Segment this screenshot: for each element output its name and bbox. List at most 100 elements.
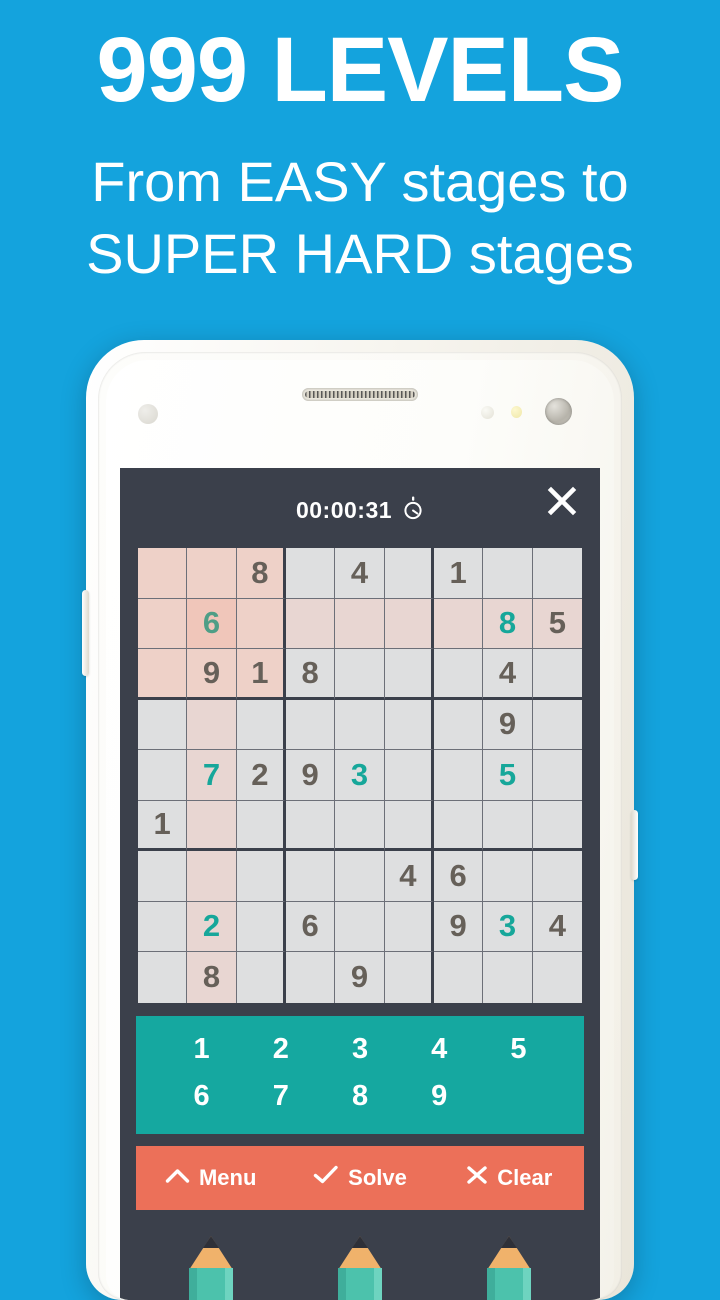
sudoku-cell-r9-c9[interactable] bbox=[533, 952, 582, 1003]
sudoku-cell-r9-c1[interactable] bbox=[138, 952, 187, 1003]
close-button[interactable] bbox=[541, 480, 583, 522]
sudoku-cell-r3-c1[interactable] bbox=[138, 649, 187, 700]
sudoku-cell-r2-c5[interactable] bbox=[335, 599, 384, 650]
numpad-key-1[interactable]: 1 bbox=[162, 1026, 241, 1073]
sudoku-cell-r5-c7[interactable] bbox=[434, 750, 483, 801]
sudoku-cell-r6-c8[interactable] bbox=[483, 801, 532, 852]
sudoku-cell-r7-c3[interactable] bbox=[237, 851, 286, 902]
sudoku-cell-r6-c6[interactable] bbox=[385, 801, 434, 852]
sudoku-cell-r3-c3[interactable]: 1 bbox=[237, 649, 286, 700]
sudoku-cell-r8-c5[interactable] bbox=[335, 902, 384, 953]
sudoku-cell-r3-c6[interactable] bbox=[385, 649, 434, 700]
sudoku-cell-r6-c5[interactable] bbox=[335, 801, 384, 852]
sudoku-cell-r2-c1[interactable] bbox=[138, 599, 187, 650]
sudoku-cell-r7-c4[interactable] bbox=[286, 851, 335, 902]
sudoku-cell-r6-c4[interactable] bbox=[286, 801, 335, 852]
sudoku-cell-r9-c6[interactable] bbox=[385, 952, 434, 1003]
sudoku-cell-r3-c5[interactable] bbox=[335, 649, 384, 700]
sudoku-cell-r4-c8[interactable]: 9 bbox=[483, 700, 532, 751]
pencil-icon bbox=[473, 1236, 545, 1300]
sudoku-grid[interactable]: 84168591849729351462693489 bbox=[136, 546, 584, 1005]
sudoku-cell-r8-c9[interactable]: 4 bbox=[533, 902, 582, 953]
sudoku-cell-r5-c4[interactable]: 9 bbox=[286, 750, 335, 801]
sudoku-cell-r9-c2[interactable]: 8 bbox=[187, 952, 236, 1003]
sudoku-cell-r1-c4[interactable] bbox=[286, 548, 335, 599]
sudoku-cell-r5-c5[interactable]: 3 bbox=[335, 750, 384, 801]
menu-button[interactable]: Menu bbox=[136, 1165, 285, 1191]
sudoku-cell-r2-c3[interactable] bbox=[237, 599, 286, 650]
sudoku-cell-r3-c8[interactable]: 4 bbox=[483, 649, 532, 700]
sudoku-cell-r1-c6[interactable] bbox=[385, 548, 434, 599]
sudoku-cell-r5-c2[interactable]: 7 bbox=[187, 750, 236, 801]
sudoku-cell-r4-c1[interactable] bbox=[138, 700, 187, 751]
power-button[interactable] bbox=[631, 810, 638, 880]
numpad-key-2[interactable]: 2 bbox=[241, 1026, 320, 1073]
sudoku-cell-r9-c3[interactable] bbox=[237, 952, 286, 1003]
sudoku-cell-r2-c6[interactable] bbox=[385, 599, 434, 650]
sudoku-cell-r4-c4[interactable] bbox=[286, 700, 335, 751]
sudoku-cell-r9-c8[interactable] bbox=[483, 952, 532, 1003]
sudoku-cell-r9-c5[interactable]: 9 bbox=[335, 952, 384, 1003]
sudoku-cell-r3-c2[interactable]: 9 bbox=[187, 649, 236, 700]
numpad-key-7[interactable]: 7 bbox=[241, 1073, 320, 1120]
sudoku-cell-r8-c8[interactable]: 3 bbox=[483, 902, 532, 953]
sudoku-cell-r8-c3[interactable] bbox=[237, 902, 286, 953]
sudoku-cell-r1-c5[interactable]: 4 bbox=[335, 548, 384, 599]
sudoku-cell-r2-c4[interactable] bbox=[286, 599, 335, 650]
sudoku-cell-r9-c4[interactable] bbox=[286, 952, 335, 1003]
sudoku-cell-r5-c9[interactable] bbox=[533, 750, 582, 801]
sudoku-cell-r1-c1[interactable] bbox=[138, 548, 187, 599]
sudoku-cell-r7-c6[interactable]: 4 bbox=[385, 851, 434, 902]
clear-button[interactable]: Clear bbox=[435, 1165, 584, 1191]
sudoku-cell-r6-c7[interactable] bbox=[434, 801, 483, 852]
numpad-key-3[interactable]: 3 bbox=[320, 1026, 399, 1073]
sudoku-cell-r7-c1[interactable] bbox=[138, 851, 187, 902]
sudoku-cell-r1-c7[interactable]: 1 bbox=[434, 548, 483, 599]
numpad-key-6[interactable]: 6 bbox=[162, 1073, 241, 1120]
sudoku-cell-r3-c9[interactable] bbox=[533, 649, 582, 700]
sudoku-cell-r5-c8[interactable]: 5 bbox=[483, 750, 532, 801]
sudoku-cell-r4-c5[interactable] bbox=[335, 700, 384, 751]
sudoku-cell-r7-c9[interactable] bbox=[533, 851, 582, 902]
numpad-key-4[interactable]: 4 bbox=[400, 1026, 479, 1073]
sudoku-cell-r7-c8[interactable] bbox=[483, 851, 532, 902]
volume-button[interactable] bbox=[82, 590, 89, 676]
sudoku-cell-r2-c7[interactable] bbox=[434, 599, 483, 650]
sudoku-cell-r7-c2[interactable] bbox=[187, 851, 236, 902]
sudoku-cell-r5-c6[interactable] bbox=[385, 750, 434, 801]
sudoku-cell-r2-c8[interactable]: 8 bbox=[483, 599, 532, 650]
sudoku-cell-r6-c9[interactable] bbox=[533, 801, 582, 852]
sudoku-cell-r7-c7[interactable]: 6 bbox=[434, 851, 483, 902]
sudoku-cell-r1-c2[interactable] bbox=[187, 548, 236, 599]
sudoku-cell-r1-c3[interactable]: 8 bbox=[237, 548, 286, 599]
sudoku-cell-r4-c9[interactable] bbox=[533, 700, 582, 751]
sudoku-cell-r6-c2[interactable] bbox=[187, 801, 236, 852]
sudoku-cell-r7-c5[interactable] bbox=[335, 851, 384, 902]
numpad-key-5[interactable]: 5 bbox=[479, 1026, 558, 1073]
sudoku-cell-r9-c7[interactable] bbox=[434, 952, 483, 1003]
sudoku-cell-r5-c1[interactable] bbox=[138, 750, 187, 801]
sudoku-cell-r8-c7[interactable]: 9 bbox=[434, 902, 483, 953]
promo-subline: From EASY stages to SUPER HARD stages bbox=[0, 146, 720, 289]
sudoku-cell-r3-c4[interactable]: 8 bbox=[286, 649, 335, 700]
sudoku-cell-r1-c8[interactable] bbox=[483, 548, 532, 599]
sudoku-cell-r2-c9[interactable]: 5 bbox=[533, 599, 582, 650]
sudoku-cell-r8-c1[interactable] bbox=[138, 902, 187, 953]
sudoku-cell-r4-c6[interactable] bbox=[385, 700, 434, 751]
sudoku-cell-r8-c4[interactable]: 6 bbox=[286, 902, 335, 953]
sudoku-cell-r4-c7[interactable] bbox=[434, 700, 483, 751]
sudoku-cell-r5-c3[interactable]: 2 bbox=[237, 750, 286, 801]
sudoku-cell-r6-c3[interactable] bbox=[237, 801, 286, 852]
sudoku-cell-r1-c9[interactable] bbox=[533, 548, 582, 599]
sudoku-cell-r4-c3[interactable] bbox=[237, 700, 286, 751]
sudoku-cell-r6-c1[interactable]: 1 bbox=[138, 801, 187, 852]
numpad-key-8[interactable]: 8 bbox=[320, 1073, 399, 1120]
sudoku-cell-r8-c2[interactable]: 2 bbox=[187, 902, 236, 953]
numpad-key-9[interactable]: 9 bbox=[400, 1073, 479, 1120]
sudoku-cell-r2-c2[interactable]: 6 bbox=[187, 599, 236, 650]
sudoku-cell-r8-c6[interactable] bbox=[385, 902, 434, 953]
sudoku-cell-r3-c7[interactable] bbox=[434, 649, 483, 700]
camera-lens-icon bbox=[545, 398, 572, 425]
solve-button[interactable]: Solve bbox=[285, 1165, 434, 1191]
sudoku-cell-r4-c2[interactable] bbox=[187, 700, 236, 751]
